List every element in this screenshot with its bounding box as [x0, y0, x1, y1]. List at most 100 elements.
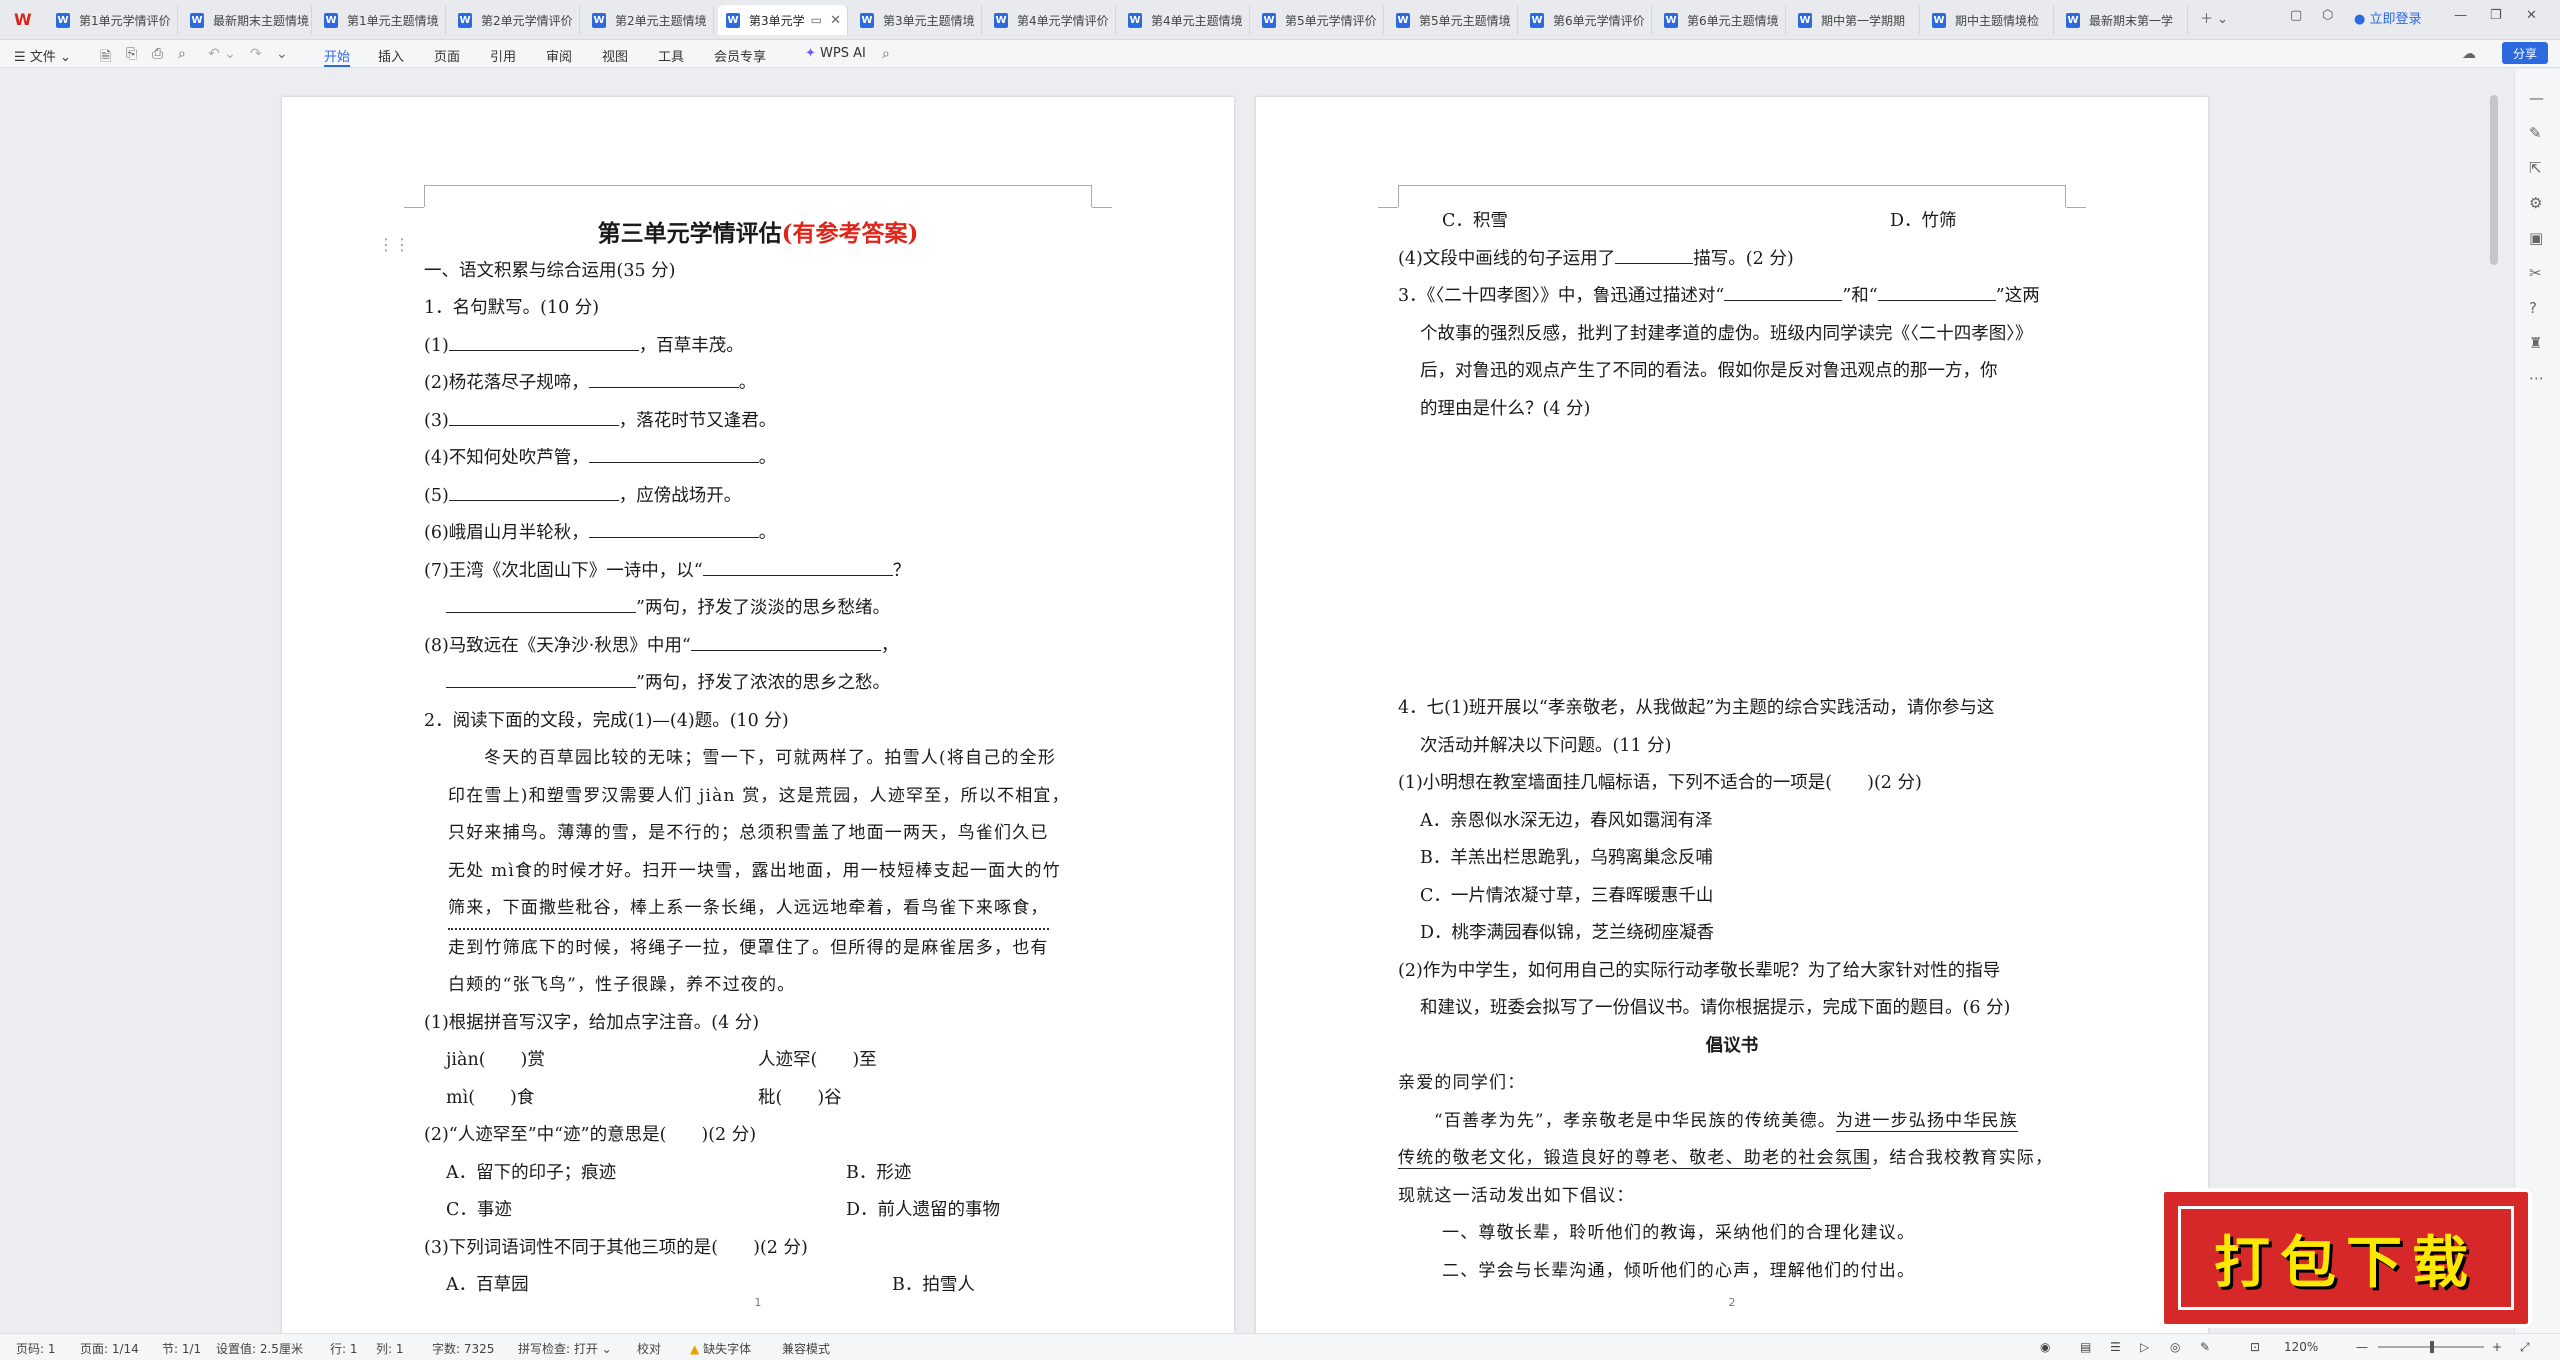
wps-logo-icon[interactable]: W: [14, 10, 36, 30]
answer-blank[interactable]: [1724, 280, 1843, 301]
redo-icon[interactable]: ↷: [250, 46, 262, 62]
help-icon[interactable]: ?: [2529, 299, 2537, 317]
answer-blank[interactable]: [448, 330, 639, 351]
document-canvas[interactable]: ⋮⋮ 第三单元学情评估(有参考答案) 一、语文积累与综合运用(35 分) 1．名…: [0, 69, 2500, 1333]
question-4-2: (2)作为中学生，如何用自己的实际行动孝敬长辈呢？为了给大家针对性的指导: [1398, 960, 2001, 981]
tab-document[interactable]: W 第1单元主题情境: [316, 5, 446, 35]
play-icon[interactable]: ▷: [2140, 1340, 2149, 1354]
page-1[interactable]: ⋮⋮ 第三单元学情评估(有参考答案) 一、语文积累与综合运用(35 分) 1．名…: [282, 97, 1234, 1333]
wps-ai-button[interactable]: ✦ WPS AI: [805, 46, 866, 61]
export-icon[interactable]: ⎘: [126, 46, 137, 62]
web-view-icon[interactable]: ◎: [2170, 1340, 2180, 1354]
answer-blank[interactable]: [702, 555, 893, 576]
zoom-level[interactable]: 120%: [2284, 1340, 2318, 1354]
new-tab-button[interactable]: ＋ ⌄: [2200, 8, 2228, 27]
status-page[interactable]: 页码: 1: [16, 1340, 56, 1357]
tab-document[interactable]: W 第1单元学情评价: [48, 5, 178, 35]
outline-view-icon[interactable]: ☰: [2110, 1340, 2121, 1354]
q-text: (4)文段中画线的句子运用了: [1398, 248, 1616, 269]
menu-item[interactable]: 开始: [324, 46, 350, 65]
answer-blank[interactable]: [1615, 243, 1694, 264]
close-window-button[interactable]: ✕: [2526, 8, 2537, 23]
answer-blank[interactable]: [448, 405, 619, 426]
answer-blank[interactable]: [446, 592, 636, 613]
menu-item[interactable]: 会员专享: [714, 46, 766, 65]
cloud-sync-icon[interactable]: ☁: [2462, 46, 2476, 62]
tab-document[interactable]: W 第5单元主题情境: [1388, 5, 1518, 35]
settings-icon[interactable]: ⚙: [2529, 194, 2542, 212]
answer-blank[interactable]: [588, 517, 759, 538]
spell-check-toggle[interactable]: 拼写检查: 打开 ⌄: [518, 1340, 612, 1357]
status-pages[interactable]: 页面: 1/14: [80, 1340, 139, 1357]
collapse-icon[interactable]: —: [2529, 89, 2544, 107]
share-button[interactable]: 分享: [2502, 42, 2548, 64]
tab-label: 期中第一学期期: [1821, 13, 1906, 28]
answer-blank[interactable]: [690, 630, 881, 651]
answer-blank[interactable]: [588, 442, 759, 463]
word-doc-icon: W: [592, 12, 606, 28]
menu-item[interactable]: 工具: [658, 46, 684, 65]
zoom-out-button[interactable]: —: [2356, 1340, 2368, 1354]
tab-document[interactable]: W 第4单元学情评价: [986, 5, 1116, 35]
search-icon[interactable]: ⌕: [882, 46, 890, 62]
select-icon[interactable]: ⇱: [2529, 159, 2542, 177]
answer-blank[interactable]: [1877, 280, 1996, 301]
menu-item[interactable]: 引用: [490, 46, 516, 65]
more-icon[interactable]: ⋯: [2529, 369, 2544, 387]
tab-document[interactable]: W 第2单元学情评价: [450, 5, 580, 35]
fullscreen-icon[interactable]: ⤢: [2520, 1340, 2530, 1355]
page-view-icon[interactable]: ▤: [2080, 1340, 2091, 1354]
print-icon[interactable]: ⎙: [152, 46, 163, 62]
menu-item[interactable]: 插入: [378, 46, 404, 65]
tab-document[interactable]: W 第5单元学情评价: [1254, 5, 1384, 35]
menu-item[interactable]: 页面: [434, 46, 460, 65]
status-word-count[interactable]: 字数: 7325: [432, 1340, 494, 1357]
download-badge[interactable]: 打包下载: [2160, 1188, 2532, 1328]
tab-document[interactable]: W 第3单元主题情境: [852, 5, 982, 35]
pen-icon[interactable]: ✎: [2200, 1340, 2210, 1354]
login-button[interactable]: ● 立即登录: [2354, 8, 2422, 27]
missing-font-button[interactable]: ▲ 缺失字体: [690, 1340, 751, 1357]
menu-file[interactable]: ☰ 文件 ⌄: [14, 46, 71, 65]
close-tab-icon[interactable]: ✕: [830, 13, 841, 28]
answer-blank[interactable]: [446, 667, 636, 688]
zoom-slider-knob[interactable]: [2430, 1341, 2434, 1353]
tab-document[interactable]: W 第4单元主题情境: [1120, 5, 1250, 35]
window-icon[interactable]: ▭: [811, 13, 822, 27]
tab-document[interactable]: W 期中主题情境检: [1924, 5, 2054, 35]
tab-document[interactable]: W 第2单元主题情境: [584, 5, 714, 35]
vertical-scrollbar[interactable]: [2490, 95, 2498, 265]
edit-icon[interactable]: ✎: [2529, 124, 2542, 142]
tab-document[interactable]: W 第6单元主题情境: [1656, 5, 1786, 35]
zoom-in-button[interactable]: +: [2492, 1340, 2502, 1354]
page-2[interactable]: C．积雪 D．竹筛 (4)文段中画线的句子运用了 描写。(2 分) 3．《〈二十四孝…: [1256, 97, 2208, 1333]
save-icon[interactable]: 🗎: [100, 46, 111, 70]
menu-item[interactable]: 审阅: [546, 46, 572, 65]
menu-item[interactable]: 视图: [602, 46, 628, 65]
more-dropdown-icon[interactable]: ⌄: [276, 46, 288, 62]
tab-document[interactable]: W 第3单元学 ▭ ✕: [718, 5, 848, 35]
print-preview-icon[interactable]: ⌕: [178, 46, 186, 62]
tab-document[interactable]: W 期中第一学期期: [1790, 5, 1920, 35]
tab-document[interactable]: W 第6单元学情评价: [1522, 5, 1652, 35]
plugin-icon[interactable]: ♜: [2529, 334, 2542, 352]
answer-space[interactable]: [1398, 428, 2066, 690]
proof-button[interactable]: 校对: [637, 1340, 661, 1357]
undo-icon[interactable]: ↶ ⌄: [208, 46, 236, 62]
maximize-button[interactable]: ❐: [2490, 8, 2502, 23]
option-a: A．亲恩似水深无边，春风如霭润有泽: [1420, 810, 1713, 831]
tab-document[interactable]: W 最新期末第一学: [2058, 5, 2188, 35]
answer-blank[interactable]: [588, 367, 739, 388]
drag-handle-icon[interactable]: ⋮⋮: [378, 235, 410, 254]
share-label: 分享: [2512, 46, 2537, 61]
q-text: 描写。(2 分): [1693, 248, 1794, 269]
fit-page-icon[interactable]: ⊡: [2250, 1340, 2260, 1354]
minimize-button[interactable]: —: [2454, 8, 2467, 23]
tab-document[interactable]: W 最新期末主题情境: [182, 5, 312, 35]
answer-blank[interactable]: [448, 480, 619, 501]
window-icon[interactable]: ▢: [2290, 8, 2302, 23]
eye-icon[interactable]: ◉: [2040, 1340, 2050, 1354]
cube-icon[interactable]: ⬡: [2322, 8, 2333, 23]
gallery-icon[interactable]: ▣: [2529, 229, 2543, 247]
tools-icon[interactable]: ✂: [2529, 264, 2542, 282]
